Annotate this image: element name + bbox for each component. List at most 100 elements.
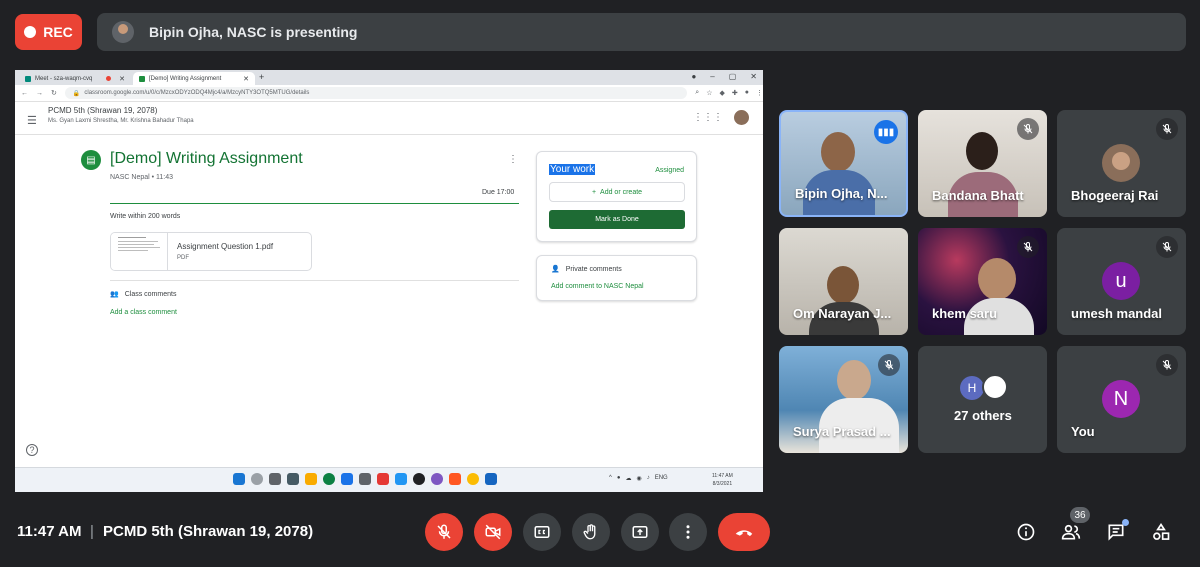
people-button[interactable] — [1060, 521, 1082, 543]
more-options-button[interactable] — [669, 513, 707, 551]
chevron-up-icon[interactable]: ^ — [609, 475, 612, 482]
browser-tab-strip: Meet - sza-waqm-cvq ✕ [Demo] Writing Ass… — [15, 70, 763, 85]
participant-video — [837, 360, 871, 400]
maximize-icon[interactable]: ▢ — [729, 72, 737, 81]
zoom-icon[interactable]: ⌕ — [695, 89, 699, 97]
add-or-create-label: Add or create — [600, 188, 643, 196]
participant-name: Om Narayan J... — [793, 306, 892, 321]
mail-icon[interactable] — [341, 473, 353, 485]
puzzle-icon[interactable]: ✚ — [732, 89, 738, 97]
class-title[interactable]: PCMD 5th (Shrawan 19, 2078) — [48, 106, 157, 115]
browser-tab-assignment[interactable]: [Demo] Writing Assignment ✕ — [133, 72, 255, 85]
present-button[interactable] — [621, 513, 659, 551]
chat-button[interactable] — [1105, 519, 1129, 543]
participant-name: umesh mandal — [1071, 306, 1163, 321]
plus-icon: + — [591, 188, 597, 196]
extension-icons: ⌕ ☆ ◆ ✚ ● ⋮ — [695, 89, 763, 97]
participant-tile-you[interactable]: N You — [1057, 346, 1186, 453]
close-tab-icon[interactable]: ✕ — [119, 75, 125, 83]
settings-icon[interactable] — [359, 473, 371, 485]
chrome-menu-icon[interactable]: ⋮ — [756, 89, 763, 97]
word-icon[interactable] — [485, 473, 497, 485]
mic-toggle-button[interactable] — [425, 513, 463, 551]
profile-icon[interactable]: ● — [745, 89, 749, 97]
add-or-create-button[interactable]: + Add or create — [549, 182, 685, 202]
window-controls: ● – ▢ ✕ — [691, 72, 757, 81]
participant-tile-others[interactable]: H 27 others — [918, 346, 1047, 453]
captions-button[interactable] — [523, 513, 561, 551]
mic-off-icon — [437, 524, 451, 539]
close-tab-icon[interactable]: ✕ — [243, 75, 249, 83]
obs-icon[interactable] — [413, 473, 425, 485]
browser-tab-meet[interactable]: Meet - sza-waqm-cvq ✕ — [19, 72, 131, 85]
participant-name: You — [1071, 424, 1095, 439]
user-avatar[interactable] — [734, 110, 749, 125]
people-count-badge: 36 — [1070, 507, 1090, 523]
task-view-icon[interactable] — [269, 473, 281, 485]
participant-name: khem saru — [932, 306, 998, 321]
new-tab-icon[interactable]: + — [259, 72, 264, 82]
participant-tile-bandana[interactable]: Bandana Bhatt — [918, 110, 1047, 217]
end-call-button[interactable] — [718, 513, 770, 551]
camera-toggle-button[interactable] — [474, 513, 512, 551]
meeting-details-button[interactable] — [1015, 521, 1037, 543]
end-call-icon — [735, 530, 753, 537]
participant-tile-khem[interactable]: khem saru — [918, 228, 1047, 335]
mark-as-done-button[interactable]: Mark as Done — [549, 210, 685, 229]
volume-icon[interactable]: ♪ — [647, 475, 650, 482]
participant-name: Bipin Ojha, N... — [795, 186, 888, 201]
edge-icon[interactable] — [323, 473, 335, 485]
chrome-icon[interactable] — [467, 473, 479, 485]
cloud-icon[interactable]: ☁ — [625, 475, 631, 482]
participant-tile-umesh[interactable]: u umesh mandal — [1057, 228, 1186, 335]
taskbar-time: 11:47 AM — [712, 473, 733, 479]
search-icon[interactable] — [251, 473, 263, 485]
others-avatar: H — [960, 376, 984, 400]
extension-icon[interactable]: ◆ — [720, 89, 725, 97]
close-window-icon[interactable]: ✕ — [750, 72, 757, 81]
apps-grid-icon[interactable]: ⋮⋮⋮ — [693, 112, 723, 123]
back-icon[interactable]: ← — [21, 90, 28, 97]
wifi-icon[interactable]: ◉ — [636, 475, 641, 482]
start-icon[interactable] — [233, 473, 245, 485]
assignment-posted: NASC Nepal • 11:43 — [110, 174, 174, 181]
participant-tile-surya[interactable]: Surya Prasad ... — [779, 346, 908, 453]
app-icon[interactable] — [431, 473, 443, 485]
url-field[interactable]: 🔒 classroom.google.com/u/0/c/MzcxODYzODQ4… — [64, 87, 688, 99]
presenter-banner: Bipin Ojha, NASC is presenting — [97, 13, 1186, 51]
language-indicator[interactable]: ENG — [655, 475, 668, 482]
app-icon[interactable] — [377, 473, 389, 485]
presenter-avatar — [112, 21, 134, 43]
mic-off-icon — [1156, 236, 1178, 258]
bookmark-star-icon[interactable]: ☆ — [706, 89, 712, 97]
activities-button[interactable] — [1150, 521, 1172, 543]
participant-video — [966, 132, 998, 170]
minimize-icon[interactable]: – — [710, 72, 714, 81]
meet-favicon-icon — [25, 75, 31, 82]
widgets-icon[interactable] — [287, 473, 299, 485]
zoom-app-icon[interactable] — [395, 473, 407, 485]
forward-icon[interactable]: → — [36, 90, 43, 97]
chat-notification-dot — [1122, 519, 1129, 526]
private-comments-label: Private comments — [565, 266, 622, 273]
add-private-comment-link[interactable]: Add comment to NASC Nepal — [551, 283, 644, 290]
instructions: Write within 200 words — [110, 213, 181, 220]
add-class-comment-link[interactable]: Add a class comment — [110, 309, 177, 316]
reload-icon[interactable]: ↻ — [51, 89, 57, 97]
more-options-icon[interactable]: ⋮ — [508, 154, 518, 165]
participant-tile-bhogeeraj[interactable]: Bhogeeraj Rai — [1057, 110, 1186, 217]
brave-icon[interactable] — [449, 473, 461, 485]
assignment-status: Assigned — [655, 167, 684, 174]
participant-tile-bipin[interactable]: ▮▮▮ Bipin Ojha, N... — [779, 110, 908, 217]
attachment-card[interactable]: Assignment Question 1.pdf PDF — [110, 232, 312, 271]
taskbar-clock[interactable]: 11:47 AM 8/3/2021 — [712, 472, 733, 488]
raise-hand-button[interactable] — [572, 513, 610, 551]
file-explorer-icon[interactable] — [305, 473, 317, 485]
participant-video — [827, 266, 859, 304]
participant-tile-om[interactable]: Om Narayan J... — [779, 228, 908, 335]
participant-name: Surya Prasad ... — [793, 424, 891, 439]
hamburger-menu-icon[interactable]: ☰ — [27, 114, 37, 127]
person-icon: 👤 — [551, 266, 560, 273]
mic-icon[interactable]: ● — [617, 475, 621, 482]
help-icon[interactable]: ? — [26, 444, 38, 456]
